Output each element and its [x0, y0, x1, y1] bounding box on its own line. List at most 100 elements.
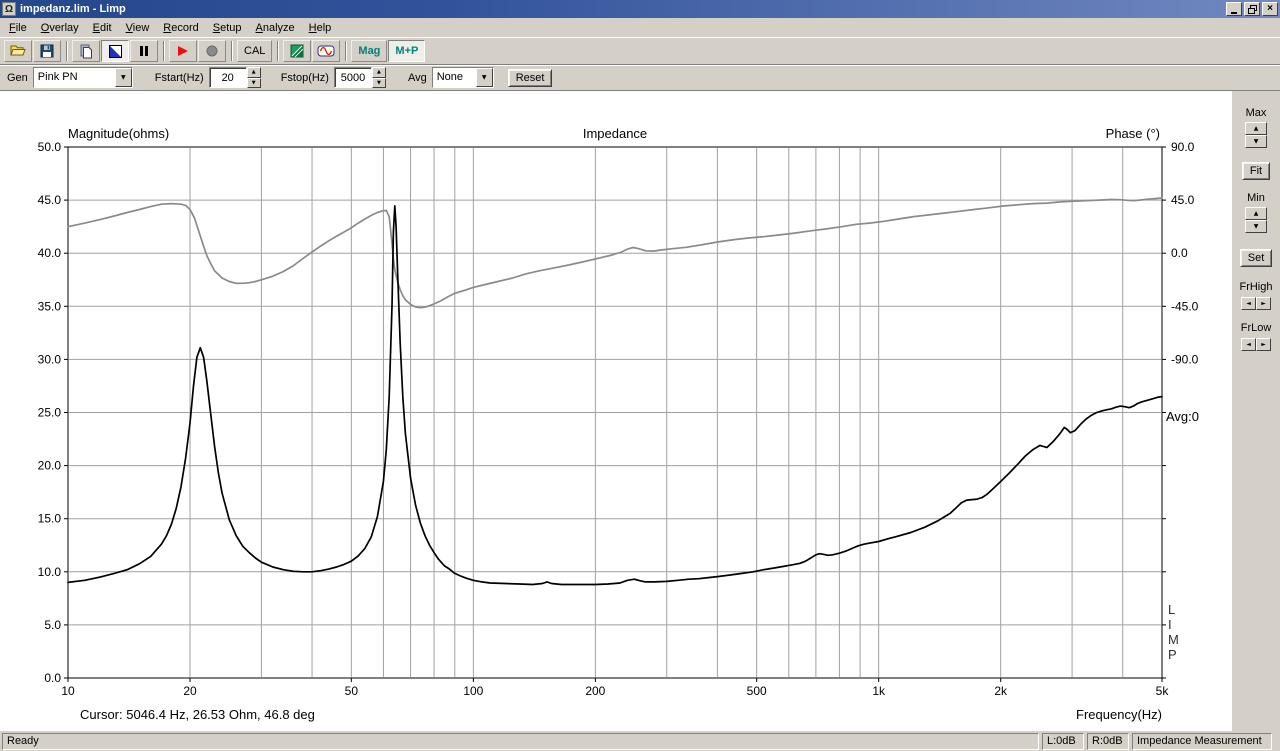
fstop-up-button[interactable]: ▲ — [372, 67, 386, 78]
svg-text:5k: 5k — [1156, 684, 1170, 698]
menu-setup[interactable]: Setup — [206, 20, 249, 36]
chevron-down-icon: ▼ — [482, 74, 487, 81]
fit-button[interactable]: Fit — [1242, 162, 1270, 180]
svg-text:35.0: 35.0 — [38, 299, 62, 313]
up-arrow-icon: ▲ — [1254, 210, 1259, 217]
min-down-button[interactable]: ▼ — [1245, 220, 1267, 233]
svg-text:Avg:0: Avg:0 — [1166, 409, 1199, 424]
status-right-level: R:0dB — [1087, 733, 1129, 750]
overlay-button[interactable] — [283, 40, 311, 62]
fstop-down-button[interactable]: ▼ — [372, 78, 386, 89]
chevron-down-icon: ▼ — [121, 74, 126, 81]
svg-text:P: P — [1168, 647, 1177, 662]
generator-type-combo[interactable]: Pink PN ▼ — [33, 67, 133, 88]
svg-text:45.0: 45.0 — [38, 193, 62, 207]
svg-text:Frequency(Hz): Frequency(Hz) — [1076, 707, 1162, 722]
record-circle-icon — [204, 43, 220, 59]
main-area: 50.045.040.035.030.025.020.015.010.05.00… — [0, 90, 1280, 730]
pause-icon — [136, 43, 152, 59]
menu-overlay[interactable]: Overlay — [34, 20, 86, 36]
menu-file[interactable]: File — [2, 20, 34, 36]
fstart-spinedit: ▲ ▼ — [209, 67, 261, 88]
right-arrow-icon: ► — [1261, 300, 1266, 307]
set-button[interactable]: Set — [1240, 249, 1273, 267]
blue-triangle-icon — [108, 44, 123, 59]
svg-text:M: M — [1168, 632, 1179, 647]
play-icon — [175, 43, 191, 59]
toolbar-separator — [66, 41, 68, 61]
fstart-input[interactable] — [209, 67, 247, 88]
frlow-right-button[interactable]: ► — [1256, 338, 1271, 351]
magnitude-view-button[interactable]: Mag — [351, 40, 387, 62]
svg-text:-90.0: -90.0 — [1171, 352, 1199, 366]
menu-view[interactable]: View — [119, 20, 157, 36]
max-label: Max — [1246, 107, 1267, 120]
generator-controls-row: Gen Pink PN ▼ Fstart(Hz) ▲ ▼ Fstop(Hz) ▲… — [0, 64, 1280, 90]
impedance-chart[interactable]: 50.045.040.035.030.025.020.015.010.05.00… — [0, 91, 1232, 731]
svg-text:1k: 1k — [872, 684, 886, 698]
window-title: impedanz.lim - Limp — [20, 3, 1224, 15]
svg-text:100: 100 — [463, 684, 483, 698]
menu-edit[interactable]: Edit — [86, 20, 119, 36]
fstart-down-button[interactable]: ▼ — [247, 78, 261, 89]
min-label: Min — [1247, 192, 1265, 205]
toolbar-separator — [231, 41, 233, 61]
left-arrow-icon: ◄ — [1246, 300, 1251, 307]
menu-help[interactable]: Help — [302, 20, 339, 36]
chart-panel: 50.045.040.035.030.025.020.015.010.05.00… — [0, 91, 1232, 731]
save-file-button[interactable] — [33, 40, 61, 62]
menu-record[interactable]: Record — [156, 20, 205, 36]
record-button[interactable] — [198, 40, 226, 62]
close-icon: × — [1267, 4, 1273, 14]
copy-page-icon — [78, 43, 94, 59]
restore-button[interactable] — [1244, 2, 1260, 16]
signal-view-button[interactable] — [101, 40, 129, 62]
limp-app-icon: Ω — [2, 2, 16, 16]
generator-combo-dropdown[interactable]: ▼ — [115, 68, 132, 87]
fstart-up-button[interactable]: ▲ — [247, 67, 261, 78]
frlow-label: FrLow — [1241, 322, 1272, 335]
status-left-level: L:0dB — [1042, 733, 1084, 750]
svg-text:Impedance: Impedance — [583, 126, 647, 141]
menu-bar: File Overlay Edit View Record Setup Anal… — [0, 18, 1280, 37]
right-arrow-icon: ► — [1261, 341, 1266, 348]
svg-text:I: I — [1168, 617, 1172, 632]
copy-button[interactable] — [72, 40, 100, 62]
magnitude-phase-view-button[interactable]: M+P — [388, 40, 425, 62]
min-up-button[interactable]: ▲ — [1245, 207, 1267, 220]
max-up-button[interactable]: ▲ — [1245, 122, 1267, 135]
menu-analyze[interactable]: Analyze — [249, 20, 302, 36]
fstop-spinedit: ▲ ▼ — [334, 67, 386, 88]
avg-combo[interactable]: None ▼ — [432, 67, 494, 88]
svg-text:50.0: 50.0 — [38, 140, 62, 154]
overlay-icon — [289, 43, 305, 59]
frlow-left-button[interactable]: ◄ — [1241, 338, 1256, 351]
open-file-button[interactable] — [4, 40, 32, 62]
gen-label: Gen — [7, 72, 28, 84]
minimize-icon — [1231, 12, 1237, 14]
pause-button[interactable] — [130, 40, 158, 62]
frhigh-right-button[interactable]: ► — [1256, 297, 1271, 310]
down-arrow-icon: ▼ — [1254, 138, 1259, 145]
calibrate-button[interactable]: CAL — [237, 40, 272, 62]
svg-text:L: L — [1168, 602, 1175, 617]
svg-text:50: 50 — [345, 684, 359, 698]
generator-button[interactable] — [312, 40, 340, 62]
frhigh-left-button[interactable]: ◄ — [1241, 297, 1256, 310]
svg-text:25.0: 25.0 — [38, 406, 62, 420]
svg-text:5.0: 5.0 — [44, 618, 61, 632]
start-measure-button[interactable] — [169, 40, 197, 62]
reset-button[interactable]: Reset — [508, 69, 553, 87]
fstop-label: Fstop(Hz) — [281, 72, 329, 84]
fstop-input[interactable] — [334, 67, 372, 88]
status-bar: Ready L:0dB R:0dB Impedance Measurement — [0, 730, 1280, 751]
avg-combo-dropdown[interactable]: ▼ — [476, 68, 493, 87]
svg-text:500: 500 — [747, 684, 767, 698]
restore-icon — [1248, 5, 1257, 14]
open-folder-icon — [10, 43, 26, 59]
toolbar-separator — [345, 41, 347, 61]
close-button[interactable]: × — [1262, 2, 1278, 16]
max-down-button[interactable]: ▼ — [1245, 135, 1267, 148]
toolbar-separator — [277, 41, 279, 61]
minimize-button[interactable] — [1226, 2, 1242, 16]
